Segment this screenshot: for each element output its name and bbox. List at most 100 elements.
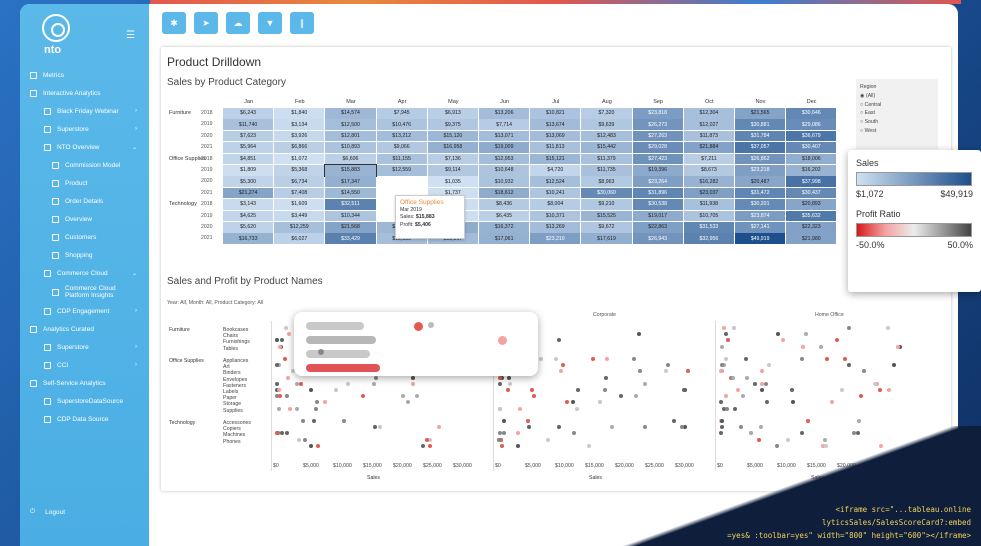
heatmap-cell[interactable]: $6,606	[325, 153, 376, 165]
heatmap-cell[interactable]: $10,893	[325, 142, 376, 153]
scatter-point[interactable]	[288, 406, 293, 411]
heatmap-cell[interactable]: $31,472	[735, 187, 786, 199]
heatmap-cell[interactable]: $11,740	[223, 119, 274, 130]
heatmap-cell[interactable]: $11,938	[683, 199, 734, 210]
scatter-point[interactable]	[373, 375, 378, 380]
heatmap-cell[interactable]: $6,027	[274, 233, 325, 244]
heatmap-cell[interactable]: $21,568	[325, 222, 376, 233]
scatter-point[interactable]	[526, 425, 531, 430]
heatmap-cell[interactable]: $10,241	[530, 187, 581, 199]
sidebar-item[interactable]: Customers	[20, 228, 149, 246]
expand-arrow-icon[interactable]: ›	[135, 108, 137, 114]
heatmap-cell[interactable]: $14,574	[325, 108, 376, 119]
heatmap-cell[interactable]: $9,672	[581, 222, 632, 233]
heatmap-cell[interactable]: $14,550	[325, 187, 376, 199]
scatter-point[interactable]	[735, 388, 740, 392]
expand-arrow-icon[interactable]: ›	[135, 362, 137, 368]
filter-icon[interactable]: ▼	[258, 12, 282, 34]
scatter-point[interactable]	[428, 443, 433, 448]
heatmap-cell[interactable]: $29,086	[786, 119, 837, 130]
sidebar-item[interactable]: Shopping	[20, 246, 149, 264]
heatmap-cell[interactable]: $6,913	[427, 108, 478, 119]
scatter-point[interactable]	[587, 443, 592, 448]
heatmap-cell[interactable]: $30,437	[786, 187, 837, 199]
scatter-point[interactable]	[846, 326, 851, 330]
heatmap-cell[interactable]: $1,809	[223, 165, 274, 176]
heatmap-cell[interactable]: $26,862	[735, 153, 786, 165]
heatmap-cell[interactable]: $1,035	[427, 176, 478, 187]
heatmap-cell[interactable]: $3,143	[223, 199, 274, 210]
scatter-point[interactable]	[719, 419, 724, 423]
region-option[interactable]: ○ South	[860, 118, 934, 127]
scatter-point[interactable]	[275, 381, 280, 386]
sidebar-item[interactable]: CDP Engagement ›	[20, 302, 149, 320]
heatmap-cell[interactable]: $49,919	[735, 233, 786, 244]
heatmap-cell[interactable]: $9,639	[581, 119, 632, 130]
heatmap-cell[interactable]: $35,632	[786, 210, 837, 222]
heatmap-cell[interactable]: $13,071	[479, 130, 530, 142]
heatmap-cell[interactable]: $5,620	[223, 222, 274, 233]
sidebar-item[interactable]: Superstore ›	[20, 338, 149, 356]
heatmap-cell[interactable]: $12,953	[479, 153, 530, 165]
heatmap-cell[interactable]: $9,066	[376, 142, 427, 153]
scatter-point[interactable]	[372, 425, 377, 430]
heatmap-cell[interactable]: $8,436	[479, 199, 530, 210]
heatmap-cell[interactable]: $7,714	[479, 119, 530, 130]
sidebar-item[interactable]: Product	[20, 174, 149, 192]
heatmap-cell[interactable]: $8,673	[683, 165, 734, 176]
heatmap-cell[interactable]: $3,449	[274, 210, 325, 222]
download-icon[interactable]: ☁	[226, 12, 250, 34]
scatter-point[interactable]	[308, 388, 313, 392]
sidebar-item[interactable]: NTO Overview ⌄	[20, 138, 149, 156]
heatmap-cell[interactable]: $11,155	[376, 153, 427, 165]
region-option[interactable]: ○ East	[860, 109, 934, 118]
scatter-point[interactable]	[538, 357, 543, 361]
sidebar-item[interactable]: Commerce Cloud Platform Insights	[20, 282, 149, 302]
sidebar-item[interactable]: CDP Data Source	[20, 410, 149, 428]
expand-arrow-icon[interactable]: ›	[135, 126, 137, 132]
scatter-point[interactable]	[590, 357, 595, 361]
heatmap-cell[interactable]: $7,945	[376, 108, 427, 119]
heatmap-cell[interactable]: $13,212	[376, 130, 427, 142]
heatmap-cell[interactable]: $23,818	[632, 108, 683, 119]
heatmap-cell[interactable]: $12,259	[274, 222, 325, 233]
heatmap-cell[interactable]: $8,004	[530, 199, 581, 210]
scatter-point[interactable]	[410, 375, 415, 380]
heatmap-cell[interactable]: $30,201	[735, 199, 786, 210]
heatmap-cell[interactable]: $26,943	[632, 233, 683, 244]
heatmap-cell[interactable]: $7,623	[223, 130, 274, 142]
heatmap-cell[interactable]: $22,323	[786, 222, 837, 233]
scatter-point[interactable]	[731, 326, 736, 330]
heatmap-cell[interactable]: $30,407	[786, 142, 837, 153]
heatmap-cell[interactable]: $12,304	[683, 108, 734, 119]
scatter-point[interactable]	[759, 388, 764, 392]
heatmap-cell[interactable]: $27,423	[632, 153, 683, 165]
heatmap-cell[interactable]: $18,612	[479, 187, 530, 199]
heatmap-cell[interactable]: $37,057	[735, 142, 786, 153]
heatmap-cell[interactable]: $16,958	[427, 142, 478, 153]
scatter-point[interactable]	[501, 419, 506, 423]
heatmap-cell[interactable]: $23,037	[683, 187, 734, 199]
heatmap-cell[interactable]: $10,932	[479, 176, 530, 187]
heatmap-cell[interactable]: $26,273	[632, 119, 683, 130]
scatter-point[interactable]	[508, 381, 513, 386]
scatter-point[interactable]	[515, 443, 520, 448]
heatmap-cell[interactable]: $15,525	[581, 210, 632, 222]
heatmap-cell[interactable]: $4,851	[223, 153, 274, 165]
scatter-point[interactable]	[297, 437, 302, 442]
heatmap-cell[interactable]: $10,344	[325, 210, 376, 222]
share-icon[interactable]: ➤	[194, 12, 218, 34]
heatmap-cell[interactable]: $3,926	[274, 130, 325, 142]
nto-logo-icon[interactable]	[42, 14, 70, 42]
heatmap-cell[interactable]: $16,733	[223, 233, 274, 244]
scatter-point[interactable]	[518, 406, 523, 411]
heatmap-cell[interactable]	[376, 176, 427, 187]
expand-arrow-icon[interactable]: ›	[135, 344, 137, 350]
scatter-point[interactable]	[886, 388, 891, 392]
scatter-point[interactable]	[885, 326, 890, 330]
scatter-point[interactable]	[497, 381, 502, 386]
sidebar-item[interactable]: Black Friday Webinar ›	[20, 102, 149, 120]
heatmap-cell[interactable]: $15,120	[427, 130, 478, 142]
heatmap-cell[interactable]: $23,218	[735, 165, 786, 176]
heatmap-cell[interactable]: $9,210	[581, 199, 632, 210]
